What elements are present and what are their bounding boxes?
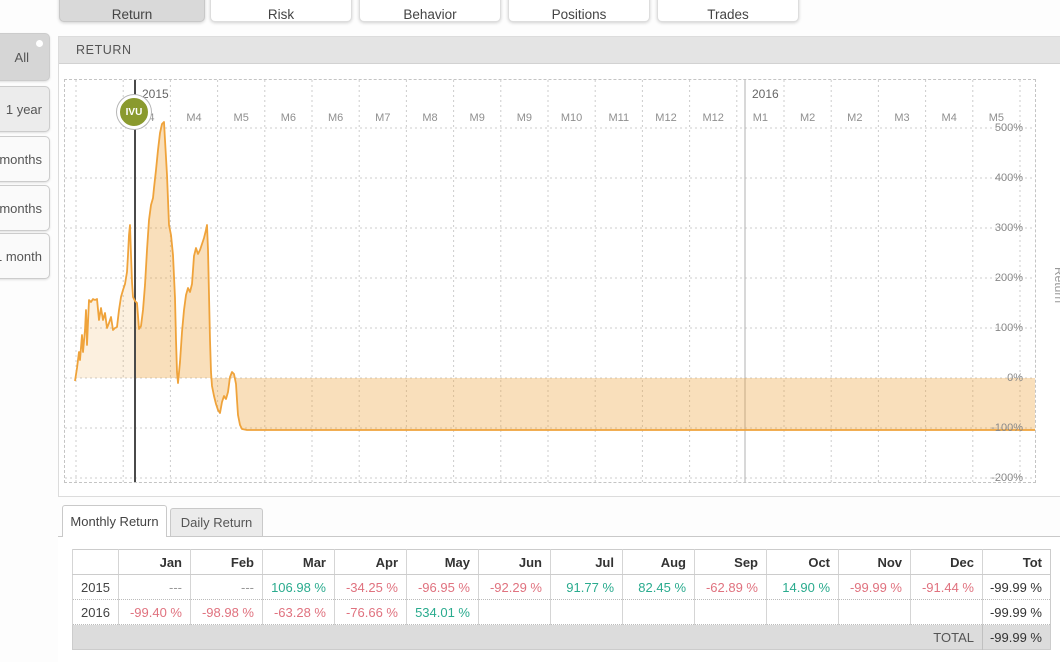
return-cell: -91.44 % <box>911 575 983 600</box>
return-cell <box>479 600 551 625</box>
tab-monthly-return[interactable]: Monthly Return <box>62 505 167 537</box>
tab-risk[interactable]: Risk <box>210 0 352 22</box>
page: ReturnRiskBehaviorPositionsTrades All1 y… <box>0 0 1060 662</box>
return-cell: -96.95 % <box>407 575 479 600</box>
period-button-1-month[interactable]: 1 month <box>0 233 50 279</box>
return-cell: --- <box>191 575 263 600</box>
return-cell: -98.98 % <box>191 600 263 625</box>
return-cell: 534.01 % <box>407 600 479 625</box>
y-axis-title: Return <box>1052 267 1060 317</box>
month-label: M1 <box>753 112 768 124</box>
row-year-label: 2016 <box>73 600 119 625</box>
month-label: M8 <box>422 112 437 124</box>
year-label: 2016 <box>752 87 779 101</box>
return-cell: 91.77 % <box>551 575 623 600</box>
monthly-return-table: JanFebMarAprMayJunJulAugSepOctNovDecTot2… <box>72 549 1051 650</box>
return-cell <box>767 600 839 625</box>
col-header-dec: Dec <box>911 550 983 575</box>
return-chart-plot[interactable]: M4M4M5M6M6M7M8M9M9M10M11M12M12M1M2M2M3M4… <box>64 79 1036 483</box>
row-year-label: 2015 <box>73 575 119 600</box>
ivu-marker-label: IVU <box>126 107 143 118</box>
col-header-oct: Oct <box>767 550 839 575</box>
y-tick-label: 100% <box>995 322 1023 334</box>
return-cell: -34.25 % <box>335 575 407 600</box>
col-header-jan: Jan <box>119 550 191 575</box>
return-cell <box>623 600 695 625</box>
tab-positions[interactable]: Positions <box>508 0 650 22</box>
return-cell <box>695 600 767 625</box>
month-label: M12 <box>702 112 723 124</box>
return-cell: 82.45 % <box>623 575 695 600</box>
return-cell: 14.90 % <box>767 575 839 600</box>
col-header-jul: Jul <box>551 550 623 575</box>
month-label: M2 <box>800 112 815 124</box>
y-tick-label: 300% <box>995 222 1023 234</box>
period-button-1-year[interactable]: 1 year <box>0 86 50 132</box>
return-cell: -63.28 % <box>263 600 335 625</box>
month-label: M7 <box>375 112 390 124</box>
return-cell <box>551 600 623 625</box>
total-value: -99.99 % <box>983 625 1051 650</box>
col-header-nov: Nov <box>839 550 911 575</box>
monthly-return-panel: JanFebMarAprMayJunJulAugSepOctNovDecTot2… <box>58 536 1060 662</box>
y-tick-label: 200% <box>995 272 1023 284</box>
month-label: M5 <box>234 112 249 124</box>
return-cell: -99.99 % <box>983 575 1051 600</box>
ivu-marker-badge[interactable]: IVU <box>117 95 151 129</box>
total-row: TOTAL-99.99 % <box>73 625 1051 650</box>
col-header-apr: Apr <box>335 550 407 575</box>
col-header-tot: Tot <box>983 550 1051 575</box>
panel-title: RETURN <box>59 37 1060 64</box>
return-cell: -76.66 % <box>335 600 407 625</box>
return-cell: 106.98 % <box>263 575 335 600</box>
y-tick-label: -200% <box>991 472 1023 482</box>
month-label: M10 <box>561 112 582 124</box>
month-label: M12 <box>655 112 676 124</box>
return-panel: RETURN M4 M4 M5 M6 M6 M7 M8 M9 M9 M10 M11 M12 M12 M1 M… <box>58 36 1060 497</box>
period-button-3-months[interactable]: 3 months <box>0 185 50 231</box>
col-header-sep: Sep <box>695 550 767 575</box>
return-cell: -99.99 % <box>983 600 1051 625</box>
return-cell: -99.40 % <box>119 600 191 625</box>
month-label: M2 <box>847 112 862 124</box>
return-cell: -62.89 % <box>695 575 767 600</box>
tab-return[interactable]: Return <box>59 0 205 22</box>
return-cell: -99.99 % <box>839 575 911 600</box>
return-area-chart[interactable]: M4M4M5M6M6M7M8M9M9M10M11M12M12M1M2M2M3M4… <box>65 80 1035 482</box>
year-label: 2015 <box>142 87 169 101</box>
total-label: TOTAL <box>73 625 983 650</box>
col-header-year <box>73 550 119 575</box>
selected-dot <box>36 40 43 47</box>
tab-behavior[interactable]: Behavior <box>359 0 501 22</box>
return-cell: -92.29 % <box>479 575 551 600</box>
month-label: M9 <box>517 112 532 124</box>
period-button-6-months[interactable]: 6 months <box>0 136 50 182</box>
month-label: M6 <box>328 112 343 124</box>
y-tick-label: 500% <box>995 122 1023 134</box>
month-label: M9 <box>470 112 485 124</box>
return-cell <box>911 600 983 625</box>
table-row: 2015------106.98 %-34.25 %-96.95 %-92.29… <box>73 575 1051 600</box>
tab-daily-return[interactable]: Daily Return <box>170 508 263 537</box>
tab-trades[interactable]: Trades <box>657 0 799 22</box>
col-header-jun: Jun <box>479 550 551 575</box>
y-tick-label: 0% <box>1007 372 1023 384</box>
col-header-aug: Aug <box>623 550 695 575</box>
return-cell <box>839 600 911 625</box>
period-button-all[interactable]: All <box>0 33 50 81</box>
month-label: M6 <box>281 112 296 124</box>
y-tick-label: -100% <box>991 422 1023 434</box>
month-label: M4 <box>186 112 201 124</box>
col-header-may: May <box>407 550 479 575</box>
y-tick-label: 400% <box>995 172 1023 184</box>
table-row: 2016-99.40 %-98.98 %-63.28 %-76.66 %534.… <box>73 600 1051 625</box>
col-header-mar: Mar <box>263 550 335 575</box>
month-label: M11 <box>609 112 630 124</box>
col-header-feb: Feb <box>191 550 263 575</box>
return-cell: --- <box>119 575 191 600</box>
month-label: M3 <box>894 112 909 124</box>
month-label: M4 <box>942 112 957 124</box>
